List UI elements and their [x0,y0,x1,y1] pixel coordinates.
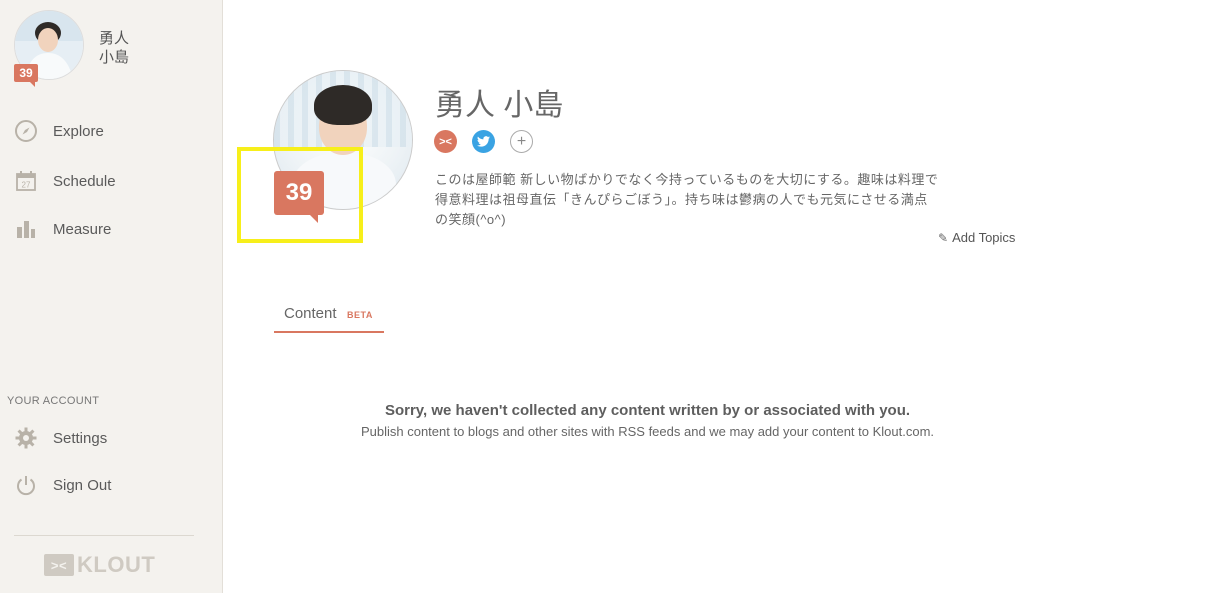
klout-score-badge: 39 [274,171,324,223]
your-account-heading: YOUR ACCOUNT [7,395,100,407]
tab-content[interactable]: Content BETA [274,305,384,333]
user-name[interactable]: 勇人 小島 [99,29,129,67]
nav-explore-label: Explore [53,122,104,140]
nav-schedule[interactable]: 27 Schedule [14,168,116,194]
nav-explore[interactable]: Explore [14,118,104,144]
profile-bio: このは屋師範 新しい物ばかりでなく今持っているものを大切にする。趣味は料理で得意… [435,172,939,227]
pencil-icon: ✎ [938,230,949,245]
avatar-hair [314,85,372,125]
compass-icon [14,119,38,143]
klout-logo-text: KLOUT [77,552,156,577]
add-network-icon[interactable]: + [510,130,533,153]
empty-state-title: Sorry, we haven't collected any content … [384,402,911,419]
profile-name: 勇人 小島 [435,89,564,122]
nav-measure-label: Measure [53,220,112,238]
bar-chart-icon [14,217,38,241]
klout-icon[interactable]: >< [434,130,457,153]
nav-sign-out[interactable]: Sign Out [14,472,111,498]
tab-content-label: Content [284,305,337,322]
sidebar: 39 勇人 小島 Explore 27 Schedule Measure YOU… [0,0,223,593]
twitter-icon[interactable] [472,130,495,153]
user-last-name: 小島 [99,49,130,66]
sidebar-divider [14,535,194,536]
beta-badge: BETA [347,310,373,320]
user-first-name: 勇人 [99,30,130,47]
add-topics-link[interactable]: ✎ Add Topics [938,230,1015,245]
user-score-badge: 39 [14,64,38,87]
gear-icon [14,426,38,450]
calendar-icon: 27 [14,169,38,193]
nav-settings-label: Settings [53,429,108,447]
klout-logo-icon: >< [44,554,74,576]
calendar-day-number: 27 [22,181,31,190]
nav-settings[interactable]: Settings [14,425,107,451]
empty-state-subtitle: Publish content to blogs and other sites… [360,424,935,439]
social-networks: >< + [434,130,533,153]
nav-schedule-label: Schedule [53,172,116,190]
klout-logo[interactable]: >< KLOUT [44,552,155,578]
nav-measure[interactable]: Measure [14,216,111,242]
power-icon [14,473,38,497]
add-topics-label: Add Topics [952,230,1016,245]
nav-sign-out-label: Sign Out [53,476,112,494]
